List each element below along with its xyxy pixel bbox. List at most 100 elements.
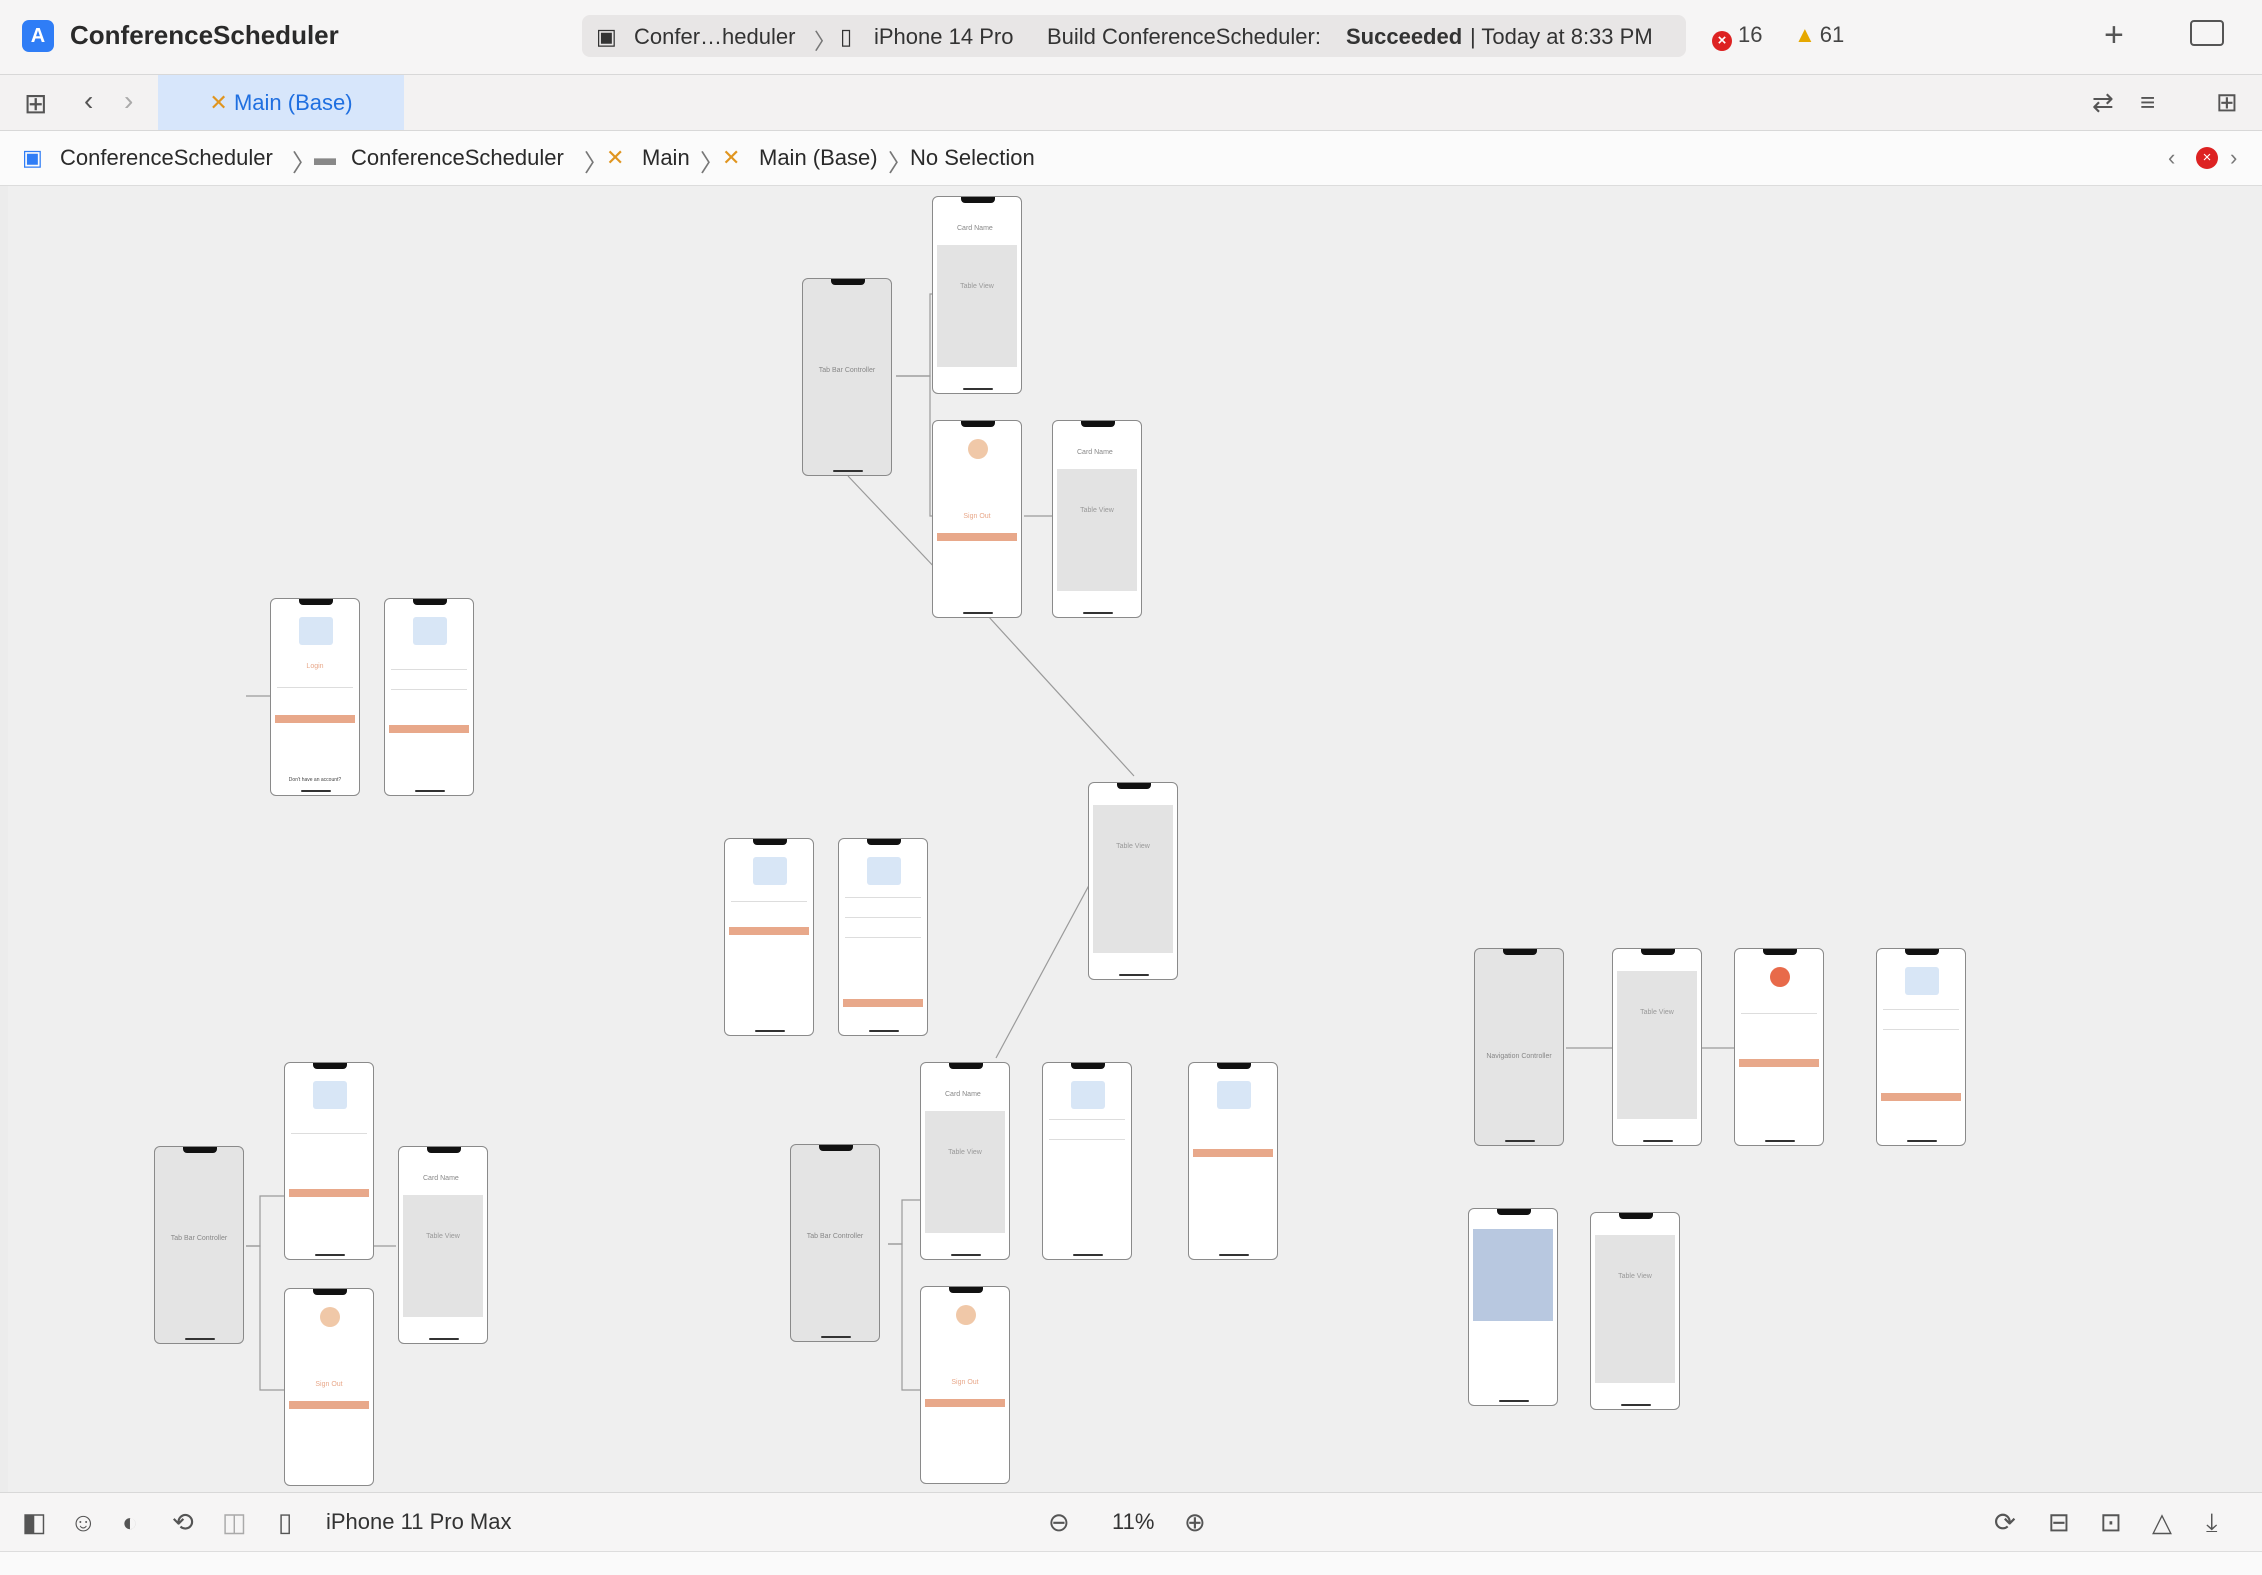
error-count-button[interactable]: × 16 [1712,22,1762,51]
session-form-scene[interactable] [1188,1062,1278,1260]
add-library-icon[interactable]: + [2104,16,2124,55]
align-icon[interactable]: ⊟ [2048,1507,2070,1538]
build-time: | Today at 8:33 PM [1470,24,1653,49]
table-scene[interactable]: Table View [1590,1212,1680,1410]
table-view: Table View [937,245,1017,367]
notch [949,1063,983,1069]
notch [949,1287,983,1293]
illustration-image [313,1081,347,1109]
add-session-scene[interactable] [1876,948,1966,1146]
field-line [1883,1009,1959,1010]
forward-arrow-icon[interactable]: › [124,85,133,117]
signup-prompt: Don't have an account? [288,777,342,783]
breadcrumb-group[interactable]: ConferenceScheduler [351,145,564,171]
tab-bar-controller-scene[interactable]: Tab Bar Controller [790,1144,880,1342]
split-view-icon[interactable]: ◫ [222,1507,247,1538]
notch [1497,1209,1531,1215]
tab-bar-controller-scene[interactable]: Tab Bar Controller [802,278,892,476]
zoom-in-icon[interactable]: ⊕ [1184,1507,1206,1538]
breadcrumb-project[interactable]: ConferenceScheduler [60,145,273,171]
update-frames-icon[interactable]: ⟳ [1994,1507,2016,1538]
accessibility-icon[interactable]: ☺ [70,1507,97,1538]
sign-out-button [289,1401,369,1409]
add-constraints-icon[interactable]: ⊡ [2100,1507,2122,1538]
sign-out-label: Sign Out [315,1381,343,1388]
tab-bar-controller-scene[interactable]: Tab Bar Controller [154,1146,244,1344]
illustration-image [1217,1081,1251,1109]
home-indicator [963,388,993,390]
field-line [1741,1013,1817,1014]
home-indicator [1643,1140,1673,1142]
field-line [391,689,467,690]
avatar [956,1305,976,1325]
home-indicator [1765,1140,1795,1142]
avatar [1770,967,1790,987]
notch [819,1145,853,1151]
embed-in-icon[interactable]: ⤓ [2206,1507,2218,1539]
card-detail-scene[interactable]: Card Name Table View [1052,420,1142,618]
back-arrow-icon[interactable]: ‹ [84,85,93,117]
storyboard-icon: ✕ [209,90,228,115]
device-configuration[interactable]: iPhone 11 Pro Max [326,1509,511,1535]
storyboard-canvas[interactable]: Tab Bar Controller Card Name Table View … [8,186,2262,1492]
document-outline-icon[interactable]: ◧ [22,1507,47,1538]
notch [1117,783,1151,789]
home-indicator [1119,974,1149,976]
run-destination-selector[interactable]: iPhone 14 Pro [874,24,1013,50]
zoom-level: 11% [1112,1509,1155,1534]
home-indicator [1083,612,1113,614]
notch [299,599,333,605]
table-view-label: Table View [1640,1009,1674,1016]
build-status-prefix: Build ConferenceScheduler: [1047,24,1321,49]
edit-conference-scene[interactable] [838,838,928,1036]
notch [313,1289,347,1295]
previous-issue-icon[interactable]: ‹ [2168,145,2175,171]
breadcrumb-selection[interactable]: No Selection [910,145,1035,171]
card-list-scene[interactable]: Card Name Table View [920,1062,1010,1260]
detail-form-scene[interactable] [1042,1062,1132,1260]
appearance-icon[interactable]: ◐ [122,1507,138,1538]
swap-icon[interactable]: ⇄ [2092,87,2114,118]
home-indicator [755,1030,785,1032]
conference-list-scene[interactable]: Table View [1088,782,1178,980]
user-profile-scene[interactable] [1734,948,1824,1146]
orientation-icon[interactable]: ⟲ [172,1507,194,1538]
activity-status-bar[interactable]: ▣ Confer…heduler 〉 ▯ iPhone 14 Pro Build… [582,15,1686,57]
breadcrumb-file[interactable]: Main [642,145,690,171]
notch [1641,949,1675,955]
add-editor-icon[interactable]: ⊞ [2216,87,2238,118]
chevron-right-icon: 〉 [814,29,837,54]
sign-out-label: Sign Out [951,1379,979,1386]
home-indicator [1621,1404,1651,1406]
device-icon[interactable]: ▯ [278,1507,292,1538]
create-conference-scene[interactable] [724,838,814,1036]
navigation-controller-scene[interactable]: Navigation Controller [1474,948,1564,1146]
profile-scene[interactable]: Sign Out [920,1286,1010,1484]
editor-options-icon[interactable]: ≡ [2140,87,2155,118]
breadcrumb-variant[interactable]: Main (Base) [759,145,878,171]
sign-out-button [925,1399,1005,1407]
grid-icon[interactable]: ⊞ [24,87,47,120]
notch [961,421,995,427]
resolve-issues-icon[interactable]: △ [2152,1507,2172,1538]
card-list-scene[interactable]: Card Name Table View [932,196,1022,394]
device-icon: ▯ [840,24,853,49]
profile-scene[interactable]: Sign Out [284,1288,374,1486]
login-scene[interactable]: Login Don't have an account? [270,598,360,796]
home-indicator [963,612,993,614]
tab-main-base[interactable]: ✕ Main (Base) [158,75,404,130]
scheme-selector[interactable]: Confer…heduler [634,24,795,50]
warning-count-button[interactable]: ▲ 61 [1794,22,1844,48]
profile-scene[interactable]: Sign Out [932,420,1022,618]
card-list-scene[interactable]: Card Name Table View [398,1146,488,1344]
list-scene[interactable]: Table View [1612,948,1702,1146]
next-issue-icon[interactable]: › [2230,145,2237,171]
image-scene[interactable] [1468,1208,1558,1406]
error-icon: × [1712,31,1732,51]
registration-scene[interactable] [284,1062,374,1260]
card-label: Card Name [423,1175,459,1182]
issue-error-icon[interactable]: × [2196,147,2218,169]
register-scene[interactable] [384,598,474,796]
inspector-toggle-icon[interactable] [2190,20,2224,46]
zoom-out-icon[interactable]: ⊖ [1048,1507,1070,1538]
